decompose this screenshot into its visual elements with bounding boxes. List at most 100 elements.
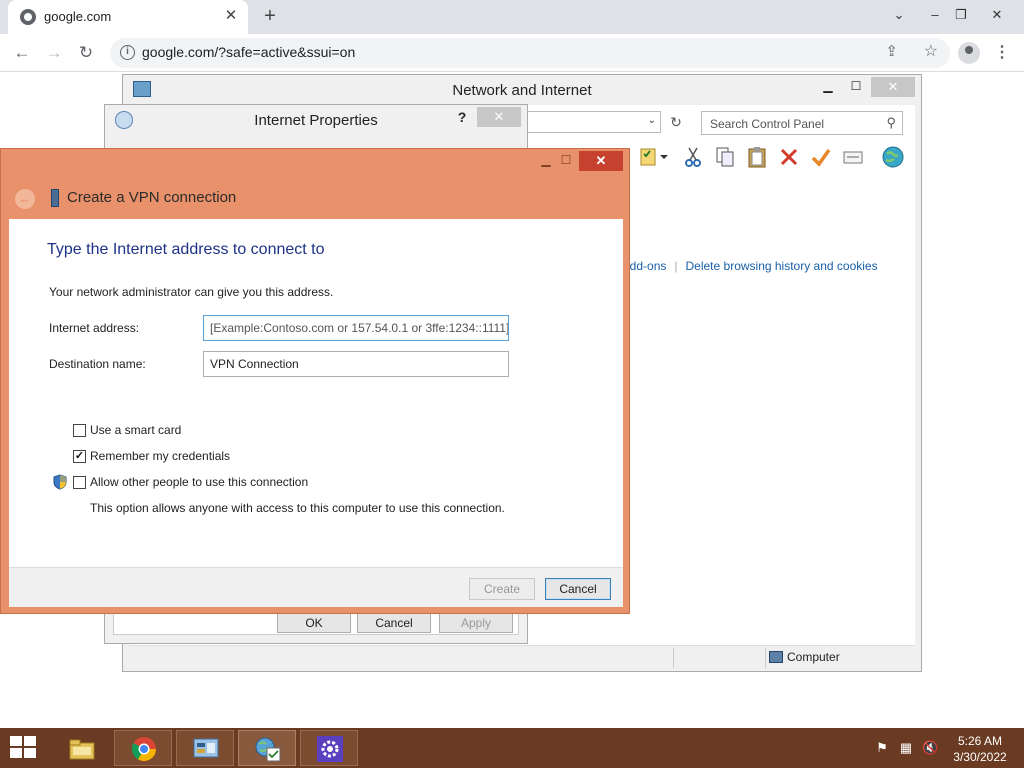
link-separator: | [674,259,678,273]
maximize-button[interactable]: ☐ [557,153,575,169]
taskbar-chrome[interactable] [114,730,172,766]
chevron-down-icon[interactable] [657,145,671,169]
tab-title: google.com [44,9,112,24]
browser-toolbar: ← → ↻ i google.com/?safe=active&ssui=on … [0,34,1024,72]
copy-icon[interactable] [713,145,737,169]
chrome-icon [131,737,156,762]
tab-search-button[interactable]: ⌄ [884,2,914,28]
reload-button[interactable]: ↻ [72,40,100,66]
clock-date: 3/30/2022 [953,750,1007,764]
network-icon [51,189,59,207]
paste-icon[interactable] [745,145,769,169]
close-icon[interactable]: ✕ [222,7,240,25]
create-button[interactable]: Create [469,578,535,600]
status-bar: Computer [129,645,915,669]
star-icon[interactable]: ☆ [924,41,938,61]
taskbar-settings[interactable] [300,730,358,766]
status-divider [765,648,766,668]
internet-address-label: Internet address: [49,321,140,335]
destination-name-field[interactable]: VPN Connection [203,351,509,377]
status-divider [673,648,674,668]
taskbar-file-explorer[interactable] [52,730,110,766]
close-button[interactable]: ✕ [871,77,915,97]
address-bar[interactable]: i google.com/?safe=active&ssui=on ⇪ ☆ [110,38,950,68]
back-button[interactable]: ← [8,40,36,66]
action-center-flag-icon[interactable]: ⚑ [874,740,890,756]
ok-button[interactable]: OK [277,613,351,633]
url-text[interactable]: google.com/?safe=active&ssui=on [142,44,355,60]
remember-credentials-label[interactable]: Remember my credentials [90,449,230,463]
windows-start-icon[interactable] [10,736,38,760]
refresh-icon[interactable]: ↻ [667,113,685,131]
uac-shield-icon [53,474,67,490]
minimize-button[interactable]: ▁ [815,79,841,99]
address-dropdown[interactable]: ⌄ [525,111,661,133]
destination-name-label: Destination name: [49,357,146,371]
taskbar-internet-options[interactable] [238,730,296,766]
settings-icon [317,736,343,762]
share-icon[interactable]: ⇪ [885,42,898,60]
close-icon: ✕ [991,7,1003,22]
back-icon: ← [13,43,31,62]
vpn-dialog-body: Type the Internet address to connect to … [9,219,623,567]
restore-button[interactable]: ❐ [946,2,976,28]
close-button[interactable]: ✕ [477,107,521,127]
search-icon[interactable]: ⚲ [886,115,896,131]
close-button[interactable]: ✕ [579,151,623,171]
smart-card-checkbox[interactable] [73,424,86,437]
properties-icon[interactable] [841,145,865,169]
info-icon[interactable]: i [120,45,135,60]
kebab-menu-icon[interactable]: ⋮ [992,42,1012,64]
chevron-down-icon: ⌄ [893,7,905,22]
browser-tab[interactable]: google.com ✕ [8,0,248,34]
search-placeholder: Search Control Panel [710,117,825,131]
cancel-button[interactable]: Cancel [545,578,611,600]
status-computer-label: Computer [787,650,840,664]
reload-icon: ↻ [78,43,94,62]
forward-icon: → [45,43,63,62]
back-arrow-icon[interactable]: ← [15,189,35,209]
delete-history-link[interactable]: Delete browsing history and cookies [686,259,878,273]
allow-others-label[interactable]: Allow other people to use this connectio… [90,475,308,489]
restore-icon: ❐ [955,7,967,22]
taskbar: ⚑ ▦ 🔇 5:26 AM 3/30/2022 [0,728,1024,768]
forward-button[interactable]: → [40,40,68,66]
network-icon[interactable]: ▦ [898,740,914,756]
maximize-button[interactable]: ☐ [843,79,869,99]
minimize-button[interactable]: ▁ [537,153,555,169]
checkmark-icon[interactable] [809,145,833,169]
internet-address-field[interactable]: [Example:Contoso.com or 157.54.0.1 or 3f… [203,315,509,341]
help-button[interactable]: ? [455,109,469,127]
cancel-button[interactable]: Cancel [357,613,431,633]
clock-time: 5:26 AM [957,734,1003,748]
vpn-dialog-footer: Create Cancel [9,567,623,607]
network-window-title: Network and Internet [452,82,592,99]
file-explorer-icon [69,739,95,760]
internet-options-icon [255,737,281,762]
network-window-titlebar: Network and Internet ▁ ☐ ✕ [123,75,921,105]
vpn-dialog-title: Create a VPN connection [67,189,237,206]
remember-credentials-checkbox[interactable]: ✓ [73,450,86,463]
new-tab-button[interactable]: + [258,5,282,29]
instruction-heading: Type the Internet address to connect to [47,241,325,258]
toolbar-icons [635,145,915,173]
description-text: Your network administrator can give you … [49,285,334,299]
minimize-icon: – [931,7,939,22]
apply-button[interactable]: Apply [439,613,513,633]
system-clock[interactable]: 5:26 AM 3/30/2022 [948,733,1012,765]
smart-card-label[interactable]: Use a smart card [90,423,181,437]
delete-icon[interactable] [777,145,801,169]
cut-icon[interactable] [681,145,705,169]
taskbar-control-panel[interactable] [176,730,234,766]
globe-icon [20,9,36,25]
plus-icon: + [264,5,276,27]
control-panel-icon [193,738,219,758]
allow-others-checkbox[interactable] [73,476,86,489]
browser-tabstrip: google.com ✕ + ⌄ – ❐ ✕ [0,0,1024,34]
globe-icon[interactable] [881,145,905,169]
search-control-panel[interactable]: Search Control Panel ⚲ [701,111,903,135]
close-window-button[interactable]: ✕ [982,2,1012,28]
volume-muted-icon[interactable]: 🔇 [922,740,938,756]
vpn-dialog: ▁ ☐ ✕ ← Create a VPN connection Type the… [0,148,630,614]
profile-icon[interactable] [958,42,980,64]
